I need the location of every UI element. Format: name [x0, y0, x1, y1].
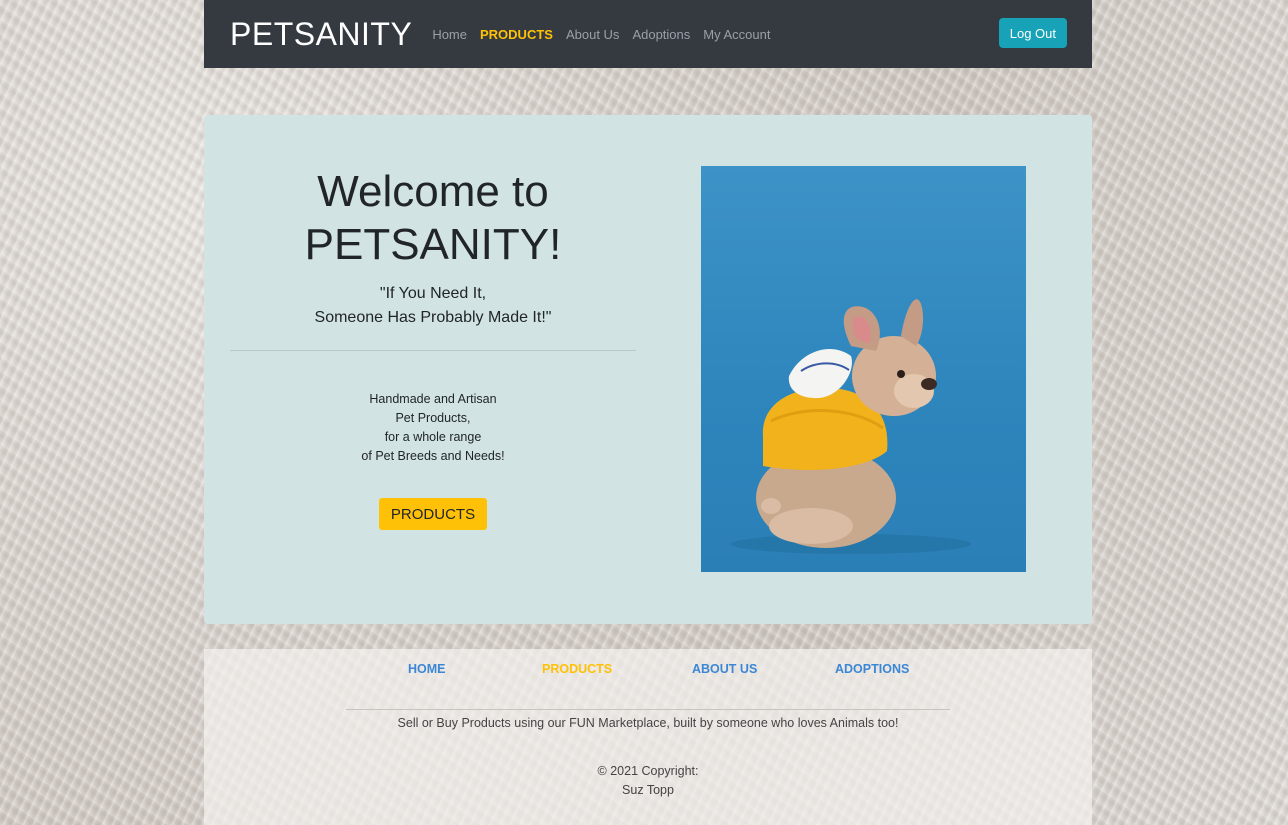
hero-title-line2: PETSANITY! — [304, 220, 562, 269]
footer-link-about-us[interactable]: ABOUT US — [692, 662, 757, 676]
footer-tagline: Sell or Buy Products using our FUN Marke… — [397, 716, 899, 730]
hero-title: Welcome to PETSANITY! — [230, 165, 636, 271]
page-footer: HOME PRODUCTS ABOUT US ADOPTIONS Sell or… — [204, 649, 1092, 825]
footer-divider — [346, 709, 950, 710]
hero-text-column: Welcome to PETSANITY! "If You Need It, S… — [230, 165, 636, 530]
nav-link-my-account[interactable]: My Account — [703, 27, 770, 42]
nav-link-adoptions[interactable]: Adoptions — [632, 27, 690, 42]
hero-description: Handmade and Artisan Pet Products, for a… — [361, 392, 505, 463]
logout-button[interactable]: Log Out — [998, 18, 1067, 48]
footer-nav: HOME PRODUCTS ABOUT US ADOPTIONS — [204, 662, 1092, 682]
nav-link-home[interactable]: Home — [432, 27, 467, 42]
hero-section: Welcome to PETSANITY! "If You Need It, S… — [204, 115, 1092, 624]
french-bulldog-illustration — [731, 299, 971, 554]
top-navbar: PETSANITY Home PRODUCTS About Us Adoptio… — [204, 0, 1092, 68]
footer-copyright: © 2021 Copyright: Suz Topp — [597, 764, 699, 797]
footer-link-products[interactable]: PRODUCTS — [542, 662, 612, 676]
hero-title-line1: Welcome to — [317, 167, 549, 216]
nav-link-about-us[interactable]: About Us — [566, 27, 619, 42]
hero-tagline-quote: "If You Need It, Someone Has Probably Ma… — [314, 285, 552, 326]
footer-link-home[interactable]: HOME — [408, 662, 446, 676]
nav-link-products[interactable]: PRODUCTS — [480, 27, 553, 42]
hero-divider — [230, 350, 636, 351]
brand-logo[interactable]: PETSANITY — [230, 18, 412, 50]
dog-photo — [701, 166, 1026, 572]
products-button[interactable]: PRODUCTS — [378, 498, 488, 530]
footer-link-adoptions[interactable]: ADOPTIONS — [835, 662, 909, 676]
